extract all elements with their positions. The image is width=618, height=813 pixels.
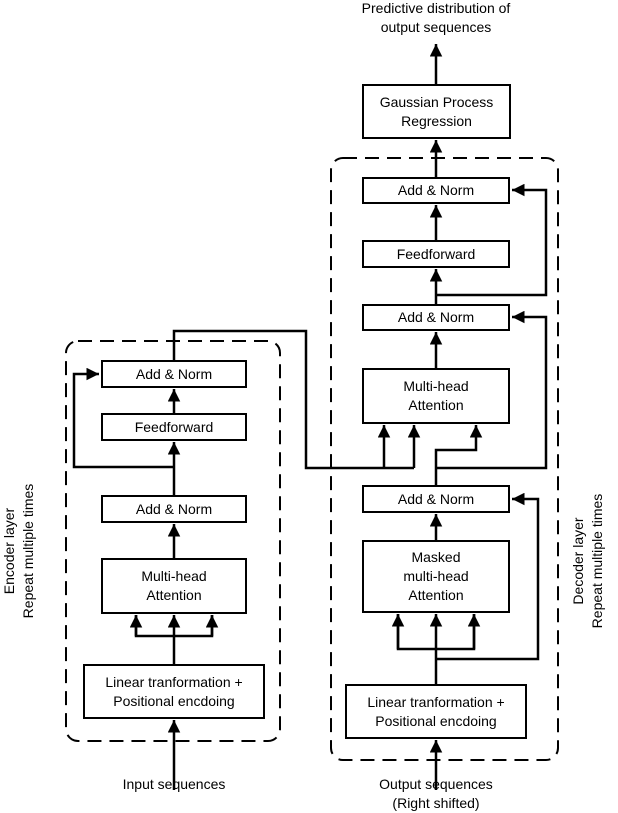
predictive-distribution-label: Predictive distribution of output sequen… (361, 0, 511, 35)
decoder-add-norm-mid: Add & Norm (362, 304, 510, 331)
output-sequences-label: Output sequences (Right shifted) (379, 776, 493, 811)
arrow-dec-cross-q (434, 425, 483, 485)
decoder-side-label: Decoder layer Repeat multiple times (570, 493, 605, 629)
encoder-attention: Multi-head Attention (101, 558, 247, 614)
decoder-add-norm-top: Add & Norm (362, 177, 510, 204)
encoder-add-norm-top: Add & Norm (101, 360, 247, 388)
gaussian-process-regression-block: Gaussian Process Regression (362, 84, 511, 139)
encoder-embedding: Linear tranformation + Positional encdoi… (83, 664, 265, 719)
decoder-feedforward: Feedforward (362, 240, 510, 268)
encoder-add-norm-bottom: Add & Norm (101, 495, 247, 523)
encoder-feedforward: Feedforward (101, 413, 247, 441)
decoder-add-norm-bottom: Add & Norm (362, 485, 510, 513)
decoder-embedding: Linear tranformation + Positional encdoi… (345, 684, 527, 739)
decoder-cross-attention: Multi-head Attention (362, 368, 510, 424)
decoder-masked-attention: Masked multi-head Attention (362, 540, 510, 613)
encoder-side-label: Encoder layer Repeat multiple times (1, 483, 36, 619)
input-sequences-label: Input sequences (122, 776, 226, 792)
